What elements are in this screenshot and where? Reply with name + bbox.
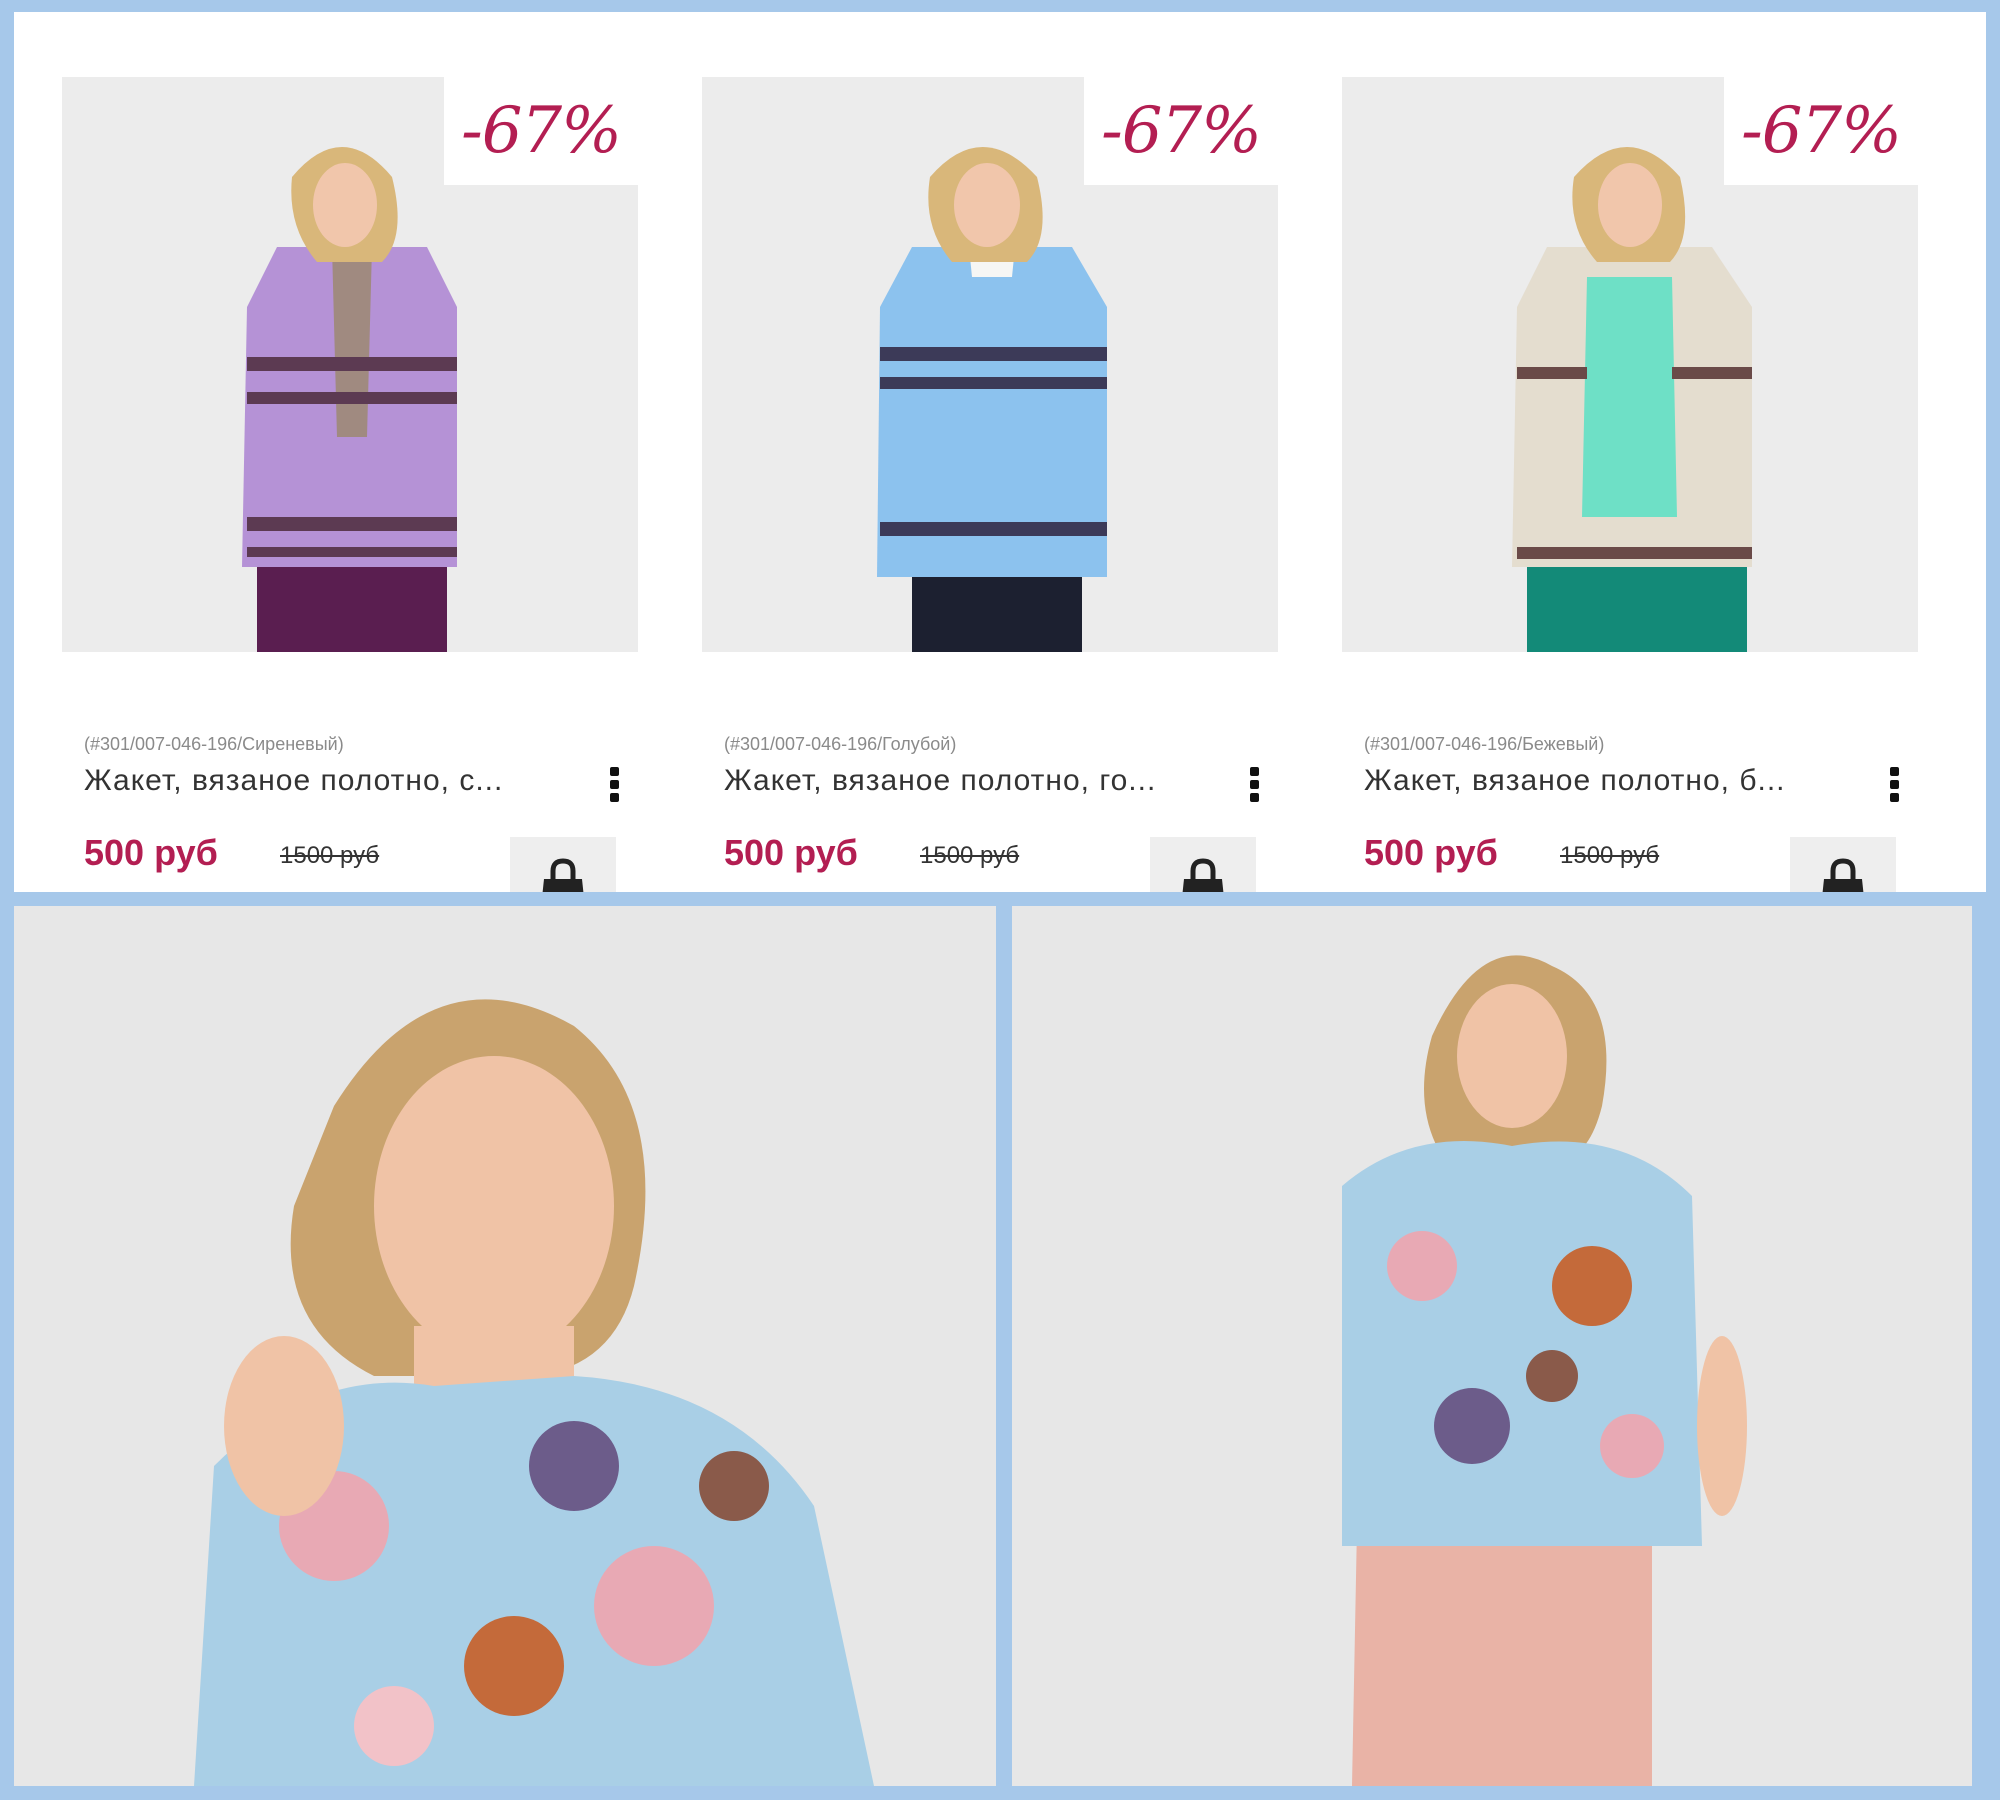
model-photo bbox=[194, 999, 874, 1786]
product-image[interactable]: -67% bbox=[62, 77, 638, 652]
discount-badge: -67% bbox=[444, 77, 638, 185]
product-listing-panel: -67% (#301/007-046-196/Сиреневый) Жакет,… bbox=[14, 12, 1986, 892]
shopping-bag-icon bbox=[1182, 858, 1224, 892]
more-vertical-icon[interactable] bbox=[1890, 767, 1902, 807]
shopping-bag-icon bbox=[1822, 858, 1864, 892]
add-to-cart-button[interactable] bbox=[1790, 837, 1896, 892]
product-price: 500 руб bbox=[84, 832, 218, 873]
product-sku: (#301/007-046-196/Бежевый) bbox=[1364, 734, 1605, 754]
product-title[interactable]: Жакет, вязаное полотно, го... bbox=[724, 764, 1224, 798]
product-card[interactable]: -67% (#301/007-046-196/Сиреневый) Жакет,… bbox=[62, 77, 638, 892]
discount-label: -67% bbox=[461, 94, 622, 168]
shopping-bag-icon bbox=[542, 858, 584, 892]
product-price: 500 руб bbox=[724, 832, 858, 873]
discount-badge: -67% bbox=[1724, 77, 1918, 185]
product-title[interactable]: Жакет, вязаное полотно, с... bbox=[84, 764, 584, 798]
product-price: 500 руб bbox=[1364, 832, 1498, 873]
product-title[interactable]: Жакет, вязаное полотно, б... bbox=[1364, 764, 1864, 798]
discount-label: -67% bbox=[1741, 94, 1902, 168]
product-old-price: 1500 руб bbox=[280, 842, 380, 869]
more-vertical-icon[interactable] bbox=[1250, 767, 1262, 807]
model-photo bbox=[1342, 955, 1747, 1786]
product-sku: (#301/007-046-196/Сиреневый) bbox=[84, 734, 344, 754]
more-vertical-icon[interactable] bbox=[610, 767, 622, 807]
discount-badge: -67% bbox=[1084, 77, 1278, 185]
product-image[interactable]: -67% bbox=[702, 77, 1278, 652]
product-sku: (#301/007-046-196/Голубой) bbox=[724, 734, 957, 754]
add-to-cart-button[interactable] bbox=[1150, 837, 1256, 892]
product-old-price: 1500 руб bbox=[920, 842, 1020, 869]
product-old-price: 1500 руб bbox=[1560, 842, 1660, 869]
product-image[interactable]: -67% bbox=[1342, 77, 1918, 652]
product-photo-closeup bbox=[14, 906, 996, 1786]
add-to-cart-button[interactable] bbox=[510, 837, 616, 892]
discount-label: -67% bbox=[1101, 94, 1262, 168]
product-card[interactable]: -67% (#301/007-046-196/Бежевый) Жакет, в… bbox=[1342, 77, 1918, 892]
product-card[interactable]: -67% (#301/007-046-196/Голубой) Жакет, в… bbox=[702, 77, 1278, 892]
product-photo-full bbox=[1012, 906, 1972, 1786]
